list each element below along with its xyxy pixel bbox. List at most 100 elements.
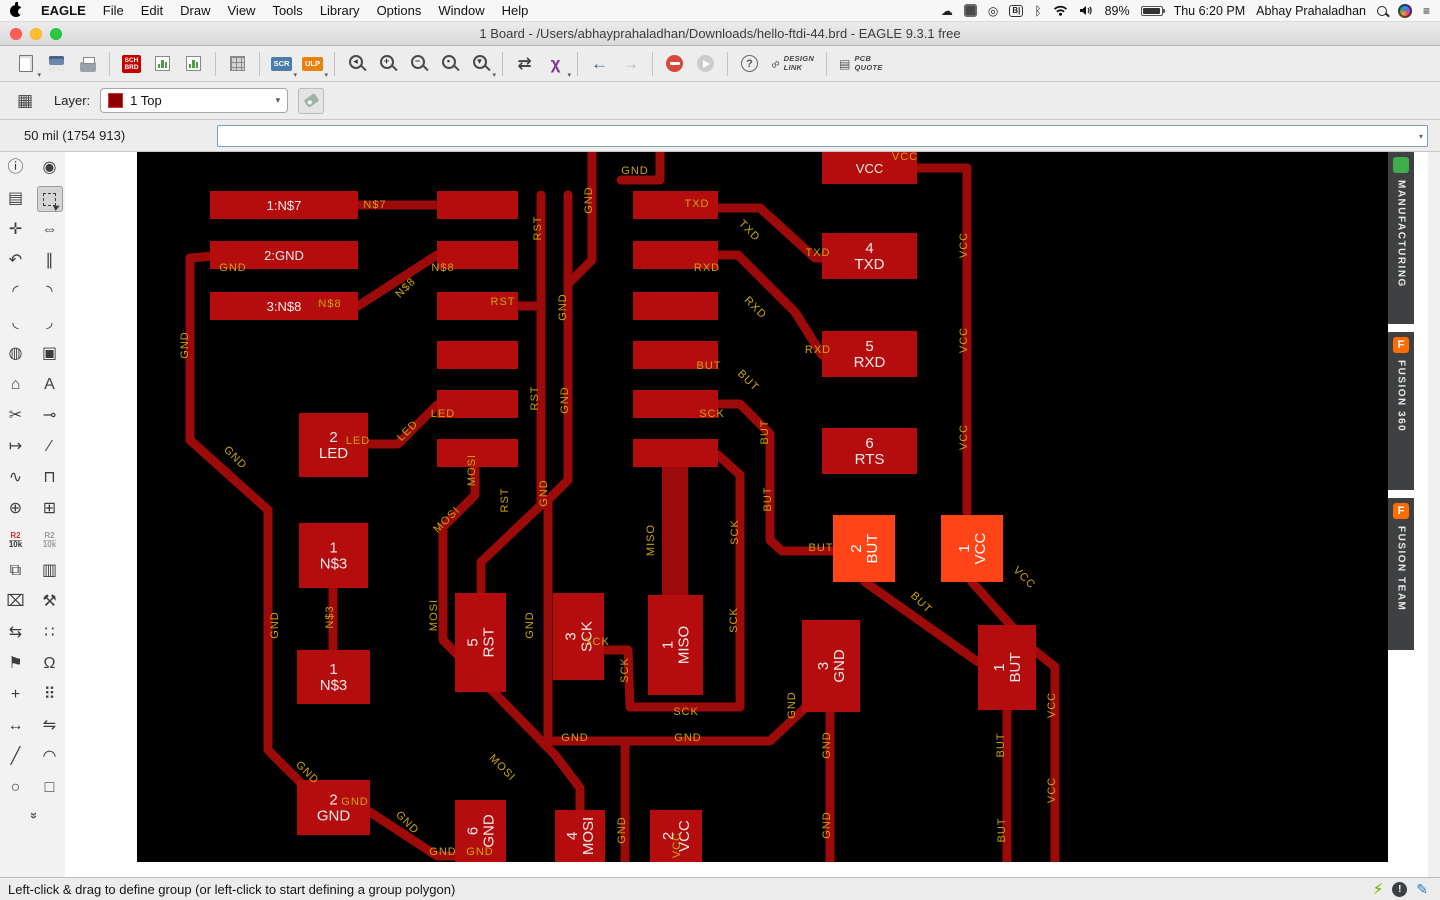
go-button[interactable]: [690, 49, 721, 78]
siri-icon[interactable]: [1397, 3, 1412, 18]
print-button[interactable]: [72, 49, 103, 78]
menu-library[interactable]: Library: [320, 3, 360, 18]
via-tool[interactable]: ⊕: [3, 496, 29, 522]
wifi-icon[interactable]: [1053, 5, 1068, 16]
command-input[interactable]: [217, 124, 1428, 147]
alert-icon[interactable]: !: [1392, 881, 1408, 897]
wire-bend-2-tool[interactable]: ◝: [37, 279, 63, 305]
refresh-button[interactable]: ⇄: [509, 49, 540, 78]
undo-button[interactable]: ←: [584, 49, 615, 78]
group-tool[interactable]: [36, 186, 63, 212]
mark-tool[interactable]: +: [3, 682, 29, 708]
menubar-user[interactable]: Abhay Prahaladhan: [1256, 4, 1366, 18]
paste-tool[interactable]: ▥: [37, 558, 63, 584]
pad[interactable]: [633, 292, 718, 320]
pcb-quote-button[interactable]: ▤ PCB QUOTE: [839, 49, 883, 78]
miter-tool[interactable]: ◟: [3, 310, 29, 336]
pad-tool[interactable]: ▣: [37, 341, 63, 367]
copy-tool[interactable]: ⧉: [3, 558, 29, 584]
dimension-tool[interactable]: ↔: [3, 713, 29, 739]
board-button[interactable]: [178, 49, 209, 78]
layer-settings-button[interactable]: [298, 87, 325, 114]
ripup-tool[interactable]: ∕: [37, 434, 63, 460]
cloud-icon[interactable]: ☁: [941, 5, 953, 17]
apple-menu-icon[interactable]: [10, 1, 25, 17]
stop-button[interactable]: [659, 49, 690, 78]
glue-tool[interactable]: ⊸: [37, 403, 63, 429]
app-status-icon[interactable]: [963, 4, 977, 17]
info-tool[interactable]: ⓘ: [3, 155, 29, 181]
zoom-out-button[interactable]: −: [403, 49, 434, 78]
line-tool[interactable]: ╱: [3, 744, 29, 770]
array-tool[interactable]: ⠿: [37, 682, 63, 708]
delete-tool[interactable]: ⌧: [3, 589, 29, 615]
menu-draw[interactable]: Draw: [180, 3, 210, 18]
zoom-fit-button[interactable]: ◂: [341, 49, 372, 78]
menubar-clock[interactable]: Thu 6:20 PM: [1174, 4, 1246, 18]
simulate-button[interactable]: χ ▾: [540, 49, 571, 79]
pad[interactable]: [437, 191, 518, 219]
tab-fusion-360[interactable]: F FUSION 360: [1388, 332, 1414, 490]
rotate-tool[interactable]: ↶: [3, 248, 29, 274]
arc-tool[interactable]: ◠: [37, 744, 63, 770]
script-button[interactable]: SCR ▾: [266, 49, 297, 79]
board-canvas[interactable]: VCC4TXD5RXD6RTS2 BUT 1 VCC1 BUT3 GND1 MISO3 SCK…: [137, 152, 1388, 862]
zoom-redraw-button[interactable]: ▪: [434, 49, 465, 78]
menu-list-icon[interactable]: ≡: [1423, 5, 1430, 17]
menu-window[interactable]: Window: [438, 3, 484, 18]
close-button[interactable]: [10, 28, 22, 40]
mirror-tool[interactable]: ⇔: [37, 217, 63, 243]
record-icon[interactable]: ◎: [988, 5, 998, 17]
autorouter-spark-icon[interactable]: ⚡: [1373, 880, 1384, 898]
spotlight-search-icon[interactable]: [1376, 5, 1387, 16]
menu-edit[interactable]: Edit: [141, 3, 163, 18]
name-tool[interactable]: ⚑: [3, 651, 29, 677]
rect-tool[interactable]: □: [37, 775, 63, 801]
design-link-button[interactable]: ∞ DESIGN LINK: [768, 49, 814, 78]
ulp-button[interactable]: ULP ▾: [297, 49, 328, 79]
pad[interactable]: [437, 341, 518, 369]
display-tool[interactable]: ▤: [3, 186, 29, 212]
zoom-in-button[interactable]: +: [372, 49, 403, 78]
palette-scroll-down[interactable]: «: [3, 806, 63, 824]
meander-tool[interactable]: ⊓: [37, 465, 63, 491]
menu-view[interactable]: View: [228, 3, 256, 18]
edit-cursor-icon[interactable]: ✎: [1416, 881, 1428, 898]
pad[interactable]: [633, 439, 718, 467]
junction-tool[interactable]: ◍: [3, 341, 29, 367]
signal-tool[interactable]: ∿: [3, 465, 29, 491]
lock-tool[interactable]: Ω: [37, 651, 63, 677]
pinswap-tool[interactable]: ⇆: [3, 620, 29, 646]
move-tool[interactable]: ✛: [3, 217, 29, 243]
open-button[interactable]: ▾: [10, 49, 41, 79]
zoom-select-button[interactable]: ▾ ▾: [465, 49, 496, 79]
polygon-tool[interactable]: ⌂: [3, 372, 29, 398]
save-button[interactable]: [41, 49, 72, 78]
cam-button[interactable]: SCH BRD: [116, 49, 147, 78]
show-tool[interactable]: ◉: [37, 155, 63, 181]
sheet-button[interactable]: [147, 49, 178, 78]
replace-tool[interactable]: ∷: [37, 620, 63, 646]
ic-button[interactable]: [222, 49, 253, 78]
keyboard-battery-icon[interactable]: B|: [1009, 4, 1024, 17]
measure-tool[interactable]: ⇋: [37, 713, 63, 739]
bluetooth-icon[interactable]: ᛒ: [1034, 5, 1041, 17]
text-tool[interactable]: A: [37, 372, 63, 398]
tab-fusion-team[interactable]: F FUSION TEAM: [1388, 498, 1414, 650]
change-tool[interactable]: ⚒: [37, 589, 63, 615]
cut-tool[interactable]: ✂: [3, 403, 29, 429]
wire-bend-1-tool[interactable]: ◜: [3, 279, 29, 305]
smash-tool[interactable]: R2 10k: [37, 527, 63, 553]
split-tool[interactable]: ◞: [37, 310, 63, 336]
board-viewport[interactable]: VCC 4 TXD 5 RXD 6 RTS 2 BUT 1 VCC 1 BUT 3 GND 1 MISO 3 SCK…: [137, 152, 1388, 862]
value-tool[interactable]: R2 10k: [3, 527, 29, 553]
grid-button[interactable]: ▦: [12, 88, 38, 114]
redo-button[interactable]: →: [615, 49, 646, 78]
menu-file[interactable]: File: [103, 3, 124, 18]
command-dropdown-icon[interactable]: ▾: [1419, 132, 1423, 141]
pin-tool[interactable]: ⊞: [37, 496, 63, 522]
help-button[interactable]: ?: [734, 49, 765, 78]
menu-options[interactable]: Options: [377, 3, 422, 18]
align-tool[interactable]: ∥: [37, 248, 63, 274]
minimize-button[interactable]: [30, 28, 42, 40]
